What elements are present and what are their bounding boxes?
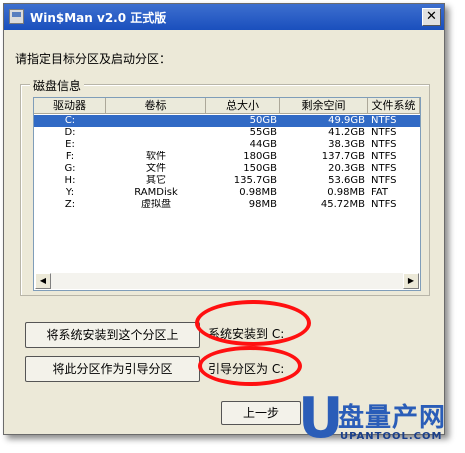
table-row[interactable]: C: 50GB 49.9GB NTFS bbox=[34, 115, 420, 127]
table-cell-total: 150GB bbox=[243, 163, 277, 174]
partition-list[interactable]: 驱动器 卷标 总大小 剩余空间 文件系统 C: 50GB 49.9GB NTFS D: 5… bbox=[33, 97, 421, 291]
table-cell-label bbox=[106, 115, 206, 127]
table-cell-label: RAMDisk bbox=[134, 187, 178, 198]
table-cell-total: 0.98MB bbox=[239, 187, 277, 198]
table-cell-drive: C: bbox=[64, 115, 76, 126]
column-header-total[interactable]: 总大小 bbox=[206, 98, 280, 114]
table-cell-free: 20.3GB bbox=[328, 163, 365, 174]
scroll-right-icon[interactable]: ▶ bbox=[403, 273, 419, 289]
table-cell-free: 0.98MB bbox=[327, 187, 365, 198]
set-boot-partition-button[interactable]: 将此分区作为引导分区 bbox=[25, 356, 200, 382]
prompt-text: 请指定目标分区及启动分区： bbox=[15, 52, 172, 66]
table-cell-total: 180GB bbox=[243, 151, 277, 162]
table-cell-free: 137.7GB bbox=[321, 151, 365, 162]
table-cell-label bbox=[106, 127, 206, 139]
table-row[interactable]: G: 文件 150GB 20.3GB NTFS bbox=[34, 163, 420, 175]
table-cell-drive: Y: bbox=[65, 187, 75, 198]
title-bar[interactable]: Win$Man v2.0 正式版 ✕ bbox=[4, 4, 444, 30]
group-label: 磁盘信息 bbox=[30, 77, 85, 94]
table-cell-free: 45.72MB bbox=[320, 199, 365, 210]
table-cell-total: 44GB bbox=[249, 139, 277, 150]
table-cell-label: 虚拟盘 bbox=[141, 199, 171, 210]
back-button[interactable]: 上一步 bbox=[221, 401, 301, 425]
scroll-left-icon[interactable]: ◀ bbox=[35, 273, 51, 289]
horizontal-scrollbar[interactable]: ◀ ▶ bbox=[35, 273, 419, 289]
table-cell-fs: NTFS bbox=[371, 115, 397, 126]
table-cell-total: 50GB bbox=[249, 115, 277, 126]
window-title: Win$Man v2.0 正式版 bbox=[30, 11, 167, 25]
annotation-circle bbox=[195, 300, 311, 346]
table-cell-fs: FAT bbox=[371, 187, 389, 198]
watermark-url: UPANTOOL.COM bbox=[340, 431, 443, 442]
table-cell-free: 53.6GB bbox=[328, 175, 365, 186]
table-cell-fs: NTFS bbox=[371, 175, 397, 186]
column-header-label[interactable]: 卷标 bbox=[106, 98, 206, 114]
table-row[interactable]: H: 其它 135.7GB 53.6GB NTFS bbox=[34, 175, 420, 187]
table-cell-fs: NTFS bbox=[371, 139, 397, 150]
install-to-partition-button[interactable]: 将系统安装到这个分区上 bbox=[25, 322, 200, 348]
table-cell-drive: G: bbox=[64, 163, 76, 174]
table-cell-label: 软件 bbox=[146, 151, 166, 162]
table-cell-free: 38.3GB bbox=[328, 139, 365, 150]
disk-info-group: 磁盘信息 驱动器 卷标 总大小 剩余空间 文件系统 C: 50GB 49.9GB NT… bbox=[20, 77, 430, 296]
close-button[interactable]: ✕ bbox=[422, 8, 441, 26]
table-cell-label: 其它 bbox=[146, 175, 166, 186]
column-header-drive[interactable]: 驱动器 bbox=[34, 98, 106, 114]
table-cell-total: 98MB bbox=[248, 199, 277, 210]
column-header-fs[interactable]: 文件系统 bbox=[368, 98, 420, 114]
table-row[interactable]: Y: RAMDisk 0.98MB 0.98MB FAT bbox=[34, 187, 420, 199]
table-cell-total: 135.7GB bbox=[233, 175, 277, 186]
table-cell-drive: D: bbox=[64, 127, 76, 138]
table-row[interactable]: D: 55GB 41.2GB NTFS bbox=[34, 127, 420, 139]
table-cell-total: 55GB bbox=[249, 127, 277, 138]
table-cell-free: 49.9GB bbox=[328, 115, 365, 126]
table-cell-drive: H: bbox=[64, 175, 76, 186]
app-icon bbox=[9, 9, 24, 24]
table-cell-fs: NTFS bbox=[371, 127, 397, 138]
table-cell-free: 41.2GB bbox=[328, 127, 365, 138]
list-header: 驱动器 卷标 总大小 剩余空间 文件系统 bbox=[34, 98, 420, 114]
table-row[interactable]: F: 软件 180GB 137.7GB NTFS bbox=[34, 151, 420, 163]
table-cell-drive: E: bbox=[65, 139, 75, 150]
table-cell-fs: NTFS bbox=[371, 151, 397, 162]
watermark-text: 盘量产网 bbox=[338, 403, 447, 433]
table-cell-drive: F: bbox=[65, 151, 75, 162]
table-cell-fs: NTFS bbox=[371, 199, 397, 210]
table-cell-fs: NTFS bbox=[371, 163, 397, 174]
annotation-circle bbox=[198, 346, 302, 386]
table-row[interactable]: Z: 虚拟盘 98MB 45.72MB NTFS bbox=[34, 199, 420, 211]
table-cell-label bbox=[106, 139, 206, 151]
table-cell-label: 文件 bbox=[146, 163, 166, 174]
column-header-free[interactable]: 剩余空间 bbox=[280, 98, 368, 114]
watermark-logo: U bbox=[298, 386, 344, 451]
table-cell-drive: Z: bbox=[64, 199, 76, 210]
table-row[interactable]: E: 44GB 38.3GB NTFS bbox=[34, 139, 420, 151]
